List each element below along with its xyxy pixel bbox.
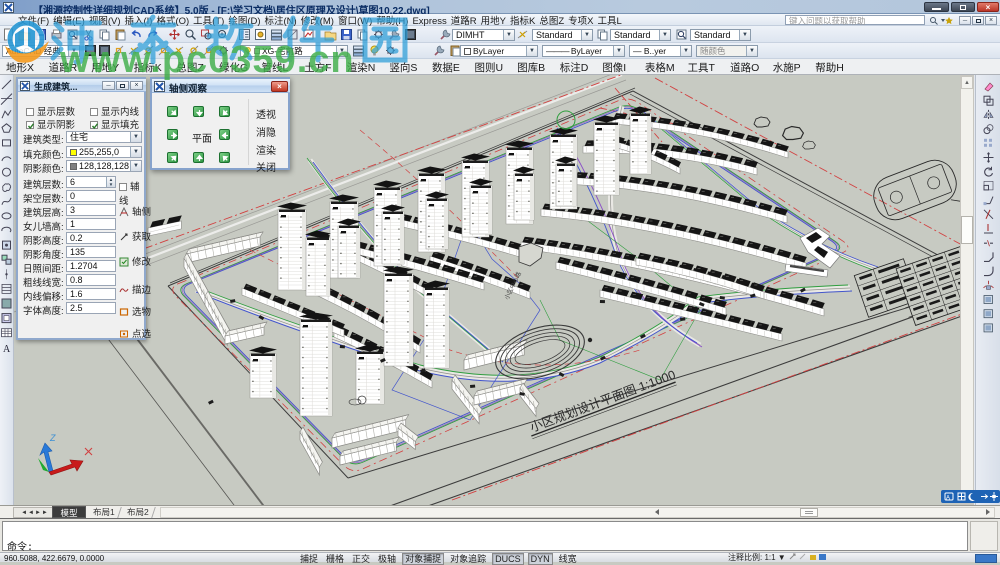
svg-text:A: A bbox=[946, 496, 950, 502]
svg-text:A: A bbox=[3, 344, 11, 355]
svg-text:Z: Z bbox=[49, 433, 56, 443]
